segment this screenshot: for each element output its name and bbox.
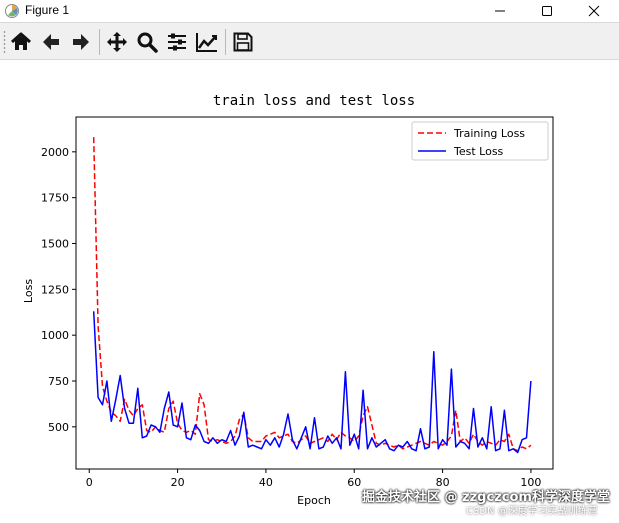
save-button[interactable] [230,29,256,55]
forward-arrow-icon [73,34,89,50]
x-tick-label: 0 [86,476,93,489]
toolbar-separator [99,29,100,55]
figure-canvas[interactable]: train loss and test loss 0 20 40 60 80 100 500… [0,61,619,519]
close-button[interactable] [574,0,614,22]
maximize-icon [542,6,552,16]
back-arrow-icon [43,34,59,50]
zoom-button[interactable] [134,29,160,55]
zoom-magnifier-icon [137,32,158,53]
y-tick-label: 1250 [41,283,69,296]
back-button[interactable] [38,29,64,55]
configure-subplots-button[interactable] [164,29,190,55]
window-titlebar: Figure 1 [0,0,619,22]
save-icon [233,32,253,52]
edit-axis-icon [196,33,217,52]
y-tick-label: 750 [48,375,69,388]
matplotlib-app-icon [5,4,19,18]
home-icon [11,32,31,50]
plot-area: 0 20 40 60 80 10050075010001250150017502000Tr… [41,116,554,489]
x-tick-label: 60 [347,476,361,489]
pan-move-icon [107,32,127,52]
axes-frame [75,116,554,470]
series-line-training-loss [92,137,532,452]
close-icon [588,5,600,17]
toolbar-grip[interactable] [3,30,6,54]
y-tick-label: 1000 [41,329,69,342]
y-tick-label: 2000 [41,146,69,159]
legend-entry: Test Loss [453,145,504,158]
y-tick-label: 1750 [41,192,69,205]
x-tick-label: 40 [259,476,273,489]
legend-entry: Training Loss [453,127,525,140]
y-tick-label: 1500 [41,238,69,251]
chart-title: train loss and test loss [213,93,415,109]
loss-chart: train loss and test loss 0 20 40 60 80 100500… [22,93,554,507]
home-button[interactable] [8,29,34,55]
toolbar-separator [225,29,226,55]
y-tick-label: 500 [48,421,69,434]
x-tick-label: 20 [171,476,185,489]
maximize-button[interactable] [527,0,567,22]
edit-axis-button[interactable] [194,29,220,55]
pan-button[interactable] [104,29,130,55]
forward-button[interactable] [68,29,94,55]
minimize-icon [495,10,505,12]
y-axis-label: Loss [22,279,35,303]
navigation-toolbar [0,22,619,60]
window-title: Figure 1 [25,3,70,17]
configure-subplots-icon [168,33,186,51]
minimize-button[interactable] [480,0,520,22]
series-line-test-loss [92,311,532,454]
watermark-subtext: CSDN @深度学习实战训练营 [466,506,598,517]
x-axis-label: Epoch [297,494,331,507]
